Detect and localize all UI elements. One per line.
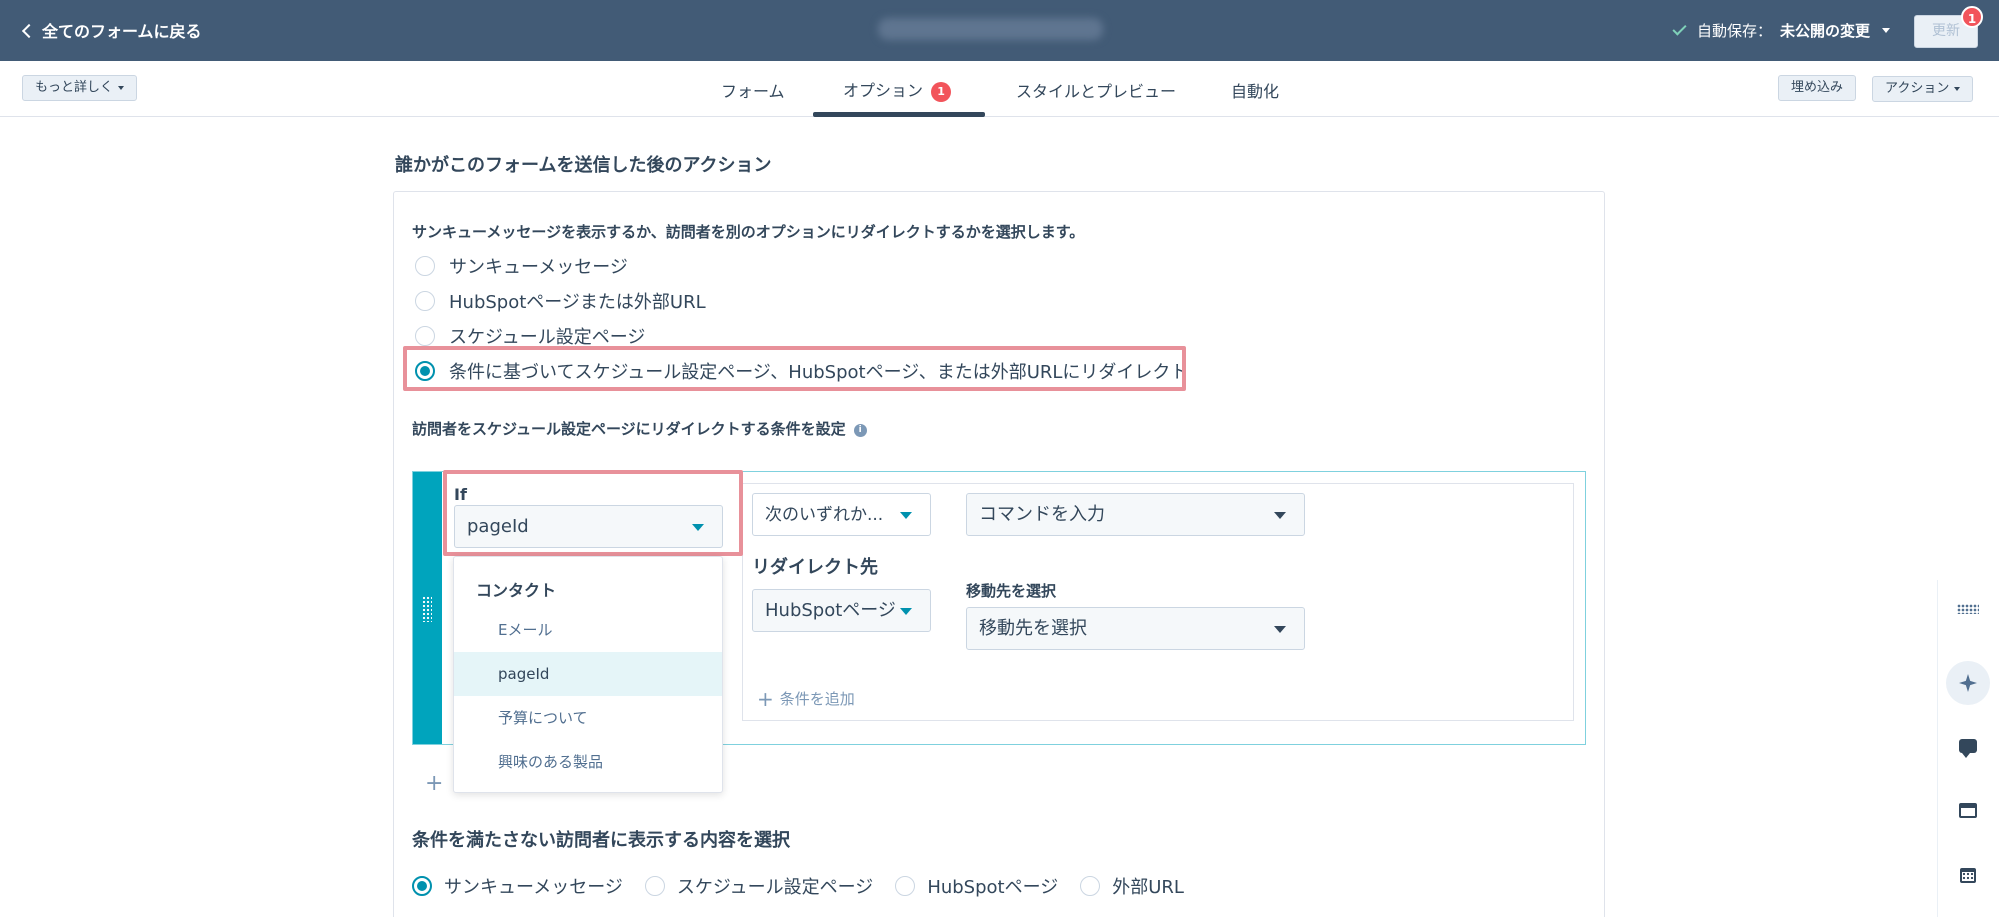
redirect-type-select[interactable]: HubSpotページ [752, 589, 931, 632]
active-tab-indicator [813, 112, 985, 117]
check-icon [1672, 21, 1687, 36]
destination-select-value: 移動先を選択 [979, 618, 1087, 639]
back-label: 全てのフォームに戻る [42, 22, 202, 41]
tab-row: もっと詳しく フォーム オプション 1 スタイルとプレビュー 自動化 埋め込み ア… [0, 61, 1999, 117]
radio-label: スケジュール設定ページ [676, 877, 874, 898]
notification-badge: 1 [1961, 6, 1983, 28]
radio-label: サンキューメッセージ [449, 257, 628, 278]
dropdown-item-budget[interactable]: 予算について [454, 696, 722, 740]
tab-automation[interactable]: 自動化 [1231, 78, 1279, 102]
caret-down-icon [900, 608, 912, 615]
radio-button[interactable] [895, 876, 916, 896]
dropdown-item-product-interest[interactable]: 興味のある製品 [454, 740, 722, 784]
value-input-placeholder: コマンドを入力 [979, 504, 1105, 525]
tab-options[interactable]: オプション 1 [843, 77, 952, 102]
radio-button[interactable] [415, 256, 435, 276]
fallback-option-hubspot[interactable]: HubSpotページ [895, 873, 1058, 899]
autosave-state: 未公開の変更 [1780, 22, 1871, 40]
actions-button[interactable]: アクション [1872, 76, 1974, 102]
radio-label: HubSpotページ [927, 877, 1059, 898]
tab-options-badge: 1 [931, 82, 952, 102]
redirect-label: リダイレクト先 [752, 557, 878, 578]
caret-down-icon [1882, 28, 1891, 33]
dropdown-group-label: コンタクト [476, 581, 557, 600]
section-title: 誰かがこのフォームを送信した後のアクション [395, 155, 772, 176]
radio-label: HubSpotページまたは外部URL [449, 292, 706, 313]
radio-button[interactable] [644, 876, 665, 896]
back-to-forms-link[interactable]: 全てのフォームに戻る [21, 18, 202, 42]
operator-select[interactable]: 次のいずれか... [752, 493, 931, 536]
destination-label: 移動先を選択 [966, 582, 1057, 600]
sparkle-icon[interactable] [1946, 661, 1990, 705]
actions-label: アクション [1885, 81, 1950, 96]
dropdown-item-email[interactable]: Eメール [454, 608, 722, 652]
radio-hubspot-or-url[interactable]: HubSpotページまたは外部URL [415, 288, 706, 314]
fallback-option-thank-you[interactable]: サンキューメッセージ [412, 873, 623, 899]
radio-thank-you[interactable]: サンキューメッセージ [415, 253, 628, 279]
tab-options-label: オプション [843, 81, 924, 100]
caret-down-icon [1274, 626, 1286, 633]
radio-button[interactable] [415, 326, 435, 346]
top-bar: 全てのフォームに戻る 自動保存： 未公開の変更 更新 1 [0, 0, 1999, 61]
add-rule-plus-icon[interactable]: + [425, 771, 443, 796]
dropdown-item-pageid[interactable]: pageId [454, 652, 722, 696]
chat-icon[interactable] [1950, 728, 1986, 764]
window-icon[interactable] [1950, 792, 1986, 828]
destination-select[interactable]: 移動先を選択 [966, 607, 1305, 650]
caret-down-icon [1954, 86, 1961, 91]
grid-icon[interactable] [1950, 591, 1986, 627]
condition-title-text: 訪問者をスケジュール設定ページにリダイレクトする条件を設定 [412, 420, 846, 438]
fallback-option-scheduling[interactable]: スケジュール設定ページ [644, 873, 874, 899]
redirect-type-value: HubSpotページ [765, 600, 896, 621]
autosave-label: 自動保存： [1697, 22, 1773, 40]
radio-button[interactable] [1080, 876, 1101, 896]
plus-icon: + [757, 687, 774, 711]
choose-action-label: サンキューメッセージを表示するか、訪問者を別のオプションにリダイレクトするかを選… [412, 223, 1085, 241]
fallback-option-external-url[interactable]: 外部URL [1080, 873, 1184, 899]
fallback-title: 条件を満たさない訪問者に表示する内容を選択 [412, 830, 790, 851]
drag-grip-icon[interactable] [422, 596, 432, 622]
more-details-label: もっと詳しく [35, 80, 114, 95]
highlight-box [443, 470, 743, 556]
caret-down-icon [118, 85, 125, 90]
add-condition-label: 条件を追加 [779, 690, 855, 708]
tab-style-preview[interactable]: スタイルとプレビュー [1016, 78, 1176, 102]
info-icon[interactable]: i [853, 424, 867, 437]
highlight-box [403, 346, 1186, 391]
autosave-status[interactable]: 自動保存： 未公開の変更 [1672, 20, 1891, 41]
condition-title: 訪問者をスケジュール設定ページにリダイレクトする条件を設定 i [412, 418, 867, 439]
form-title-blurred [878, 18, 1103, 40]
embed-button[interactable]: 埋め込み [1778, 75, 1857, 101]
radio-label: 外部URL [1112, 877, 1184, 898]
property-dropdown-menu: コンタクト Eメール pageId 予算について 興味のある製品 [453, 556, 723, 793]
radio-label: サンキューメッセージ [444, 877, 623, 898]
add-condition-link[interactable]: + 条件を追加 [757, 687, 855, 711]
fallback-radio-group: サンキューメッセージ スケジュール設定ページ HubSpotページ 外部URL [412, 873, 1206, 899]
caret-down-icon [1274, 512, 1286, 519]
radio-button[interactable] [415, 291, 435, 311]
operator-select-value: 次のいずれか... [765, 505, 884, 525]
radio-button-selected[interactable] [412, 876, 432, 896]
chevron-left-icon [21, 23, 37, 38]
more-details-button[interactable]: もっと詳しく [22, 75, 138, 101]
tab-form[interactable]: フォーム [721, 78, 785, 102]
value-input[interactable]: コマンドを入力 [966, 493, 1305, 536]
caret-down-icon [900, 512, 912, 519]
calendar-icon[interactable] [1950, 857, 1986, 893]
